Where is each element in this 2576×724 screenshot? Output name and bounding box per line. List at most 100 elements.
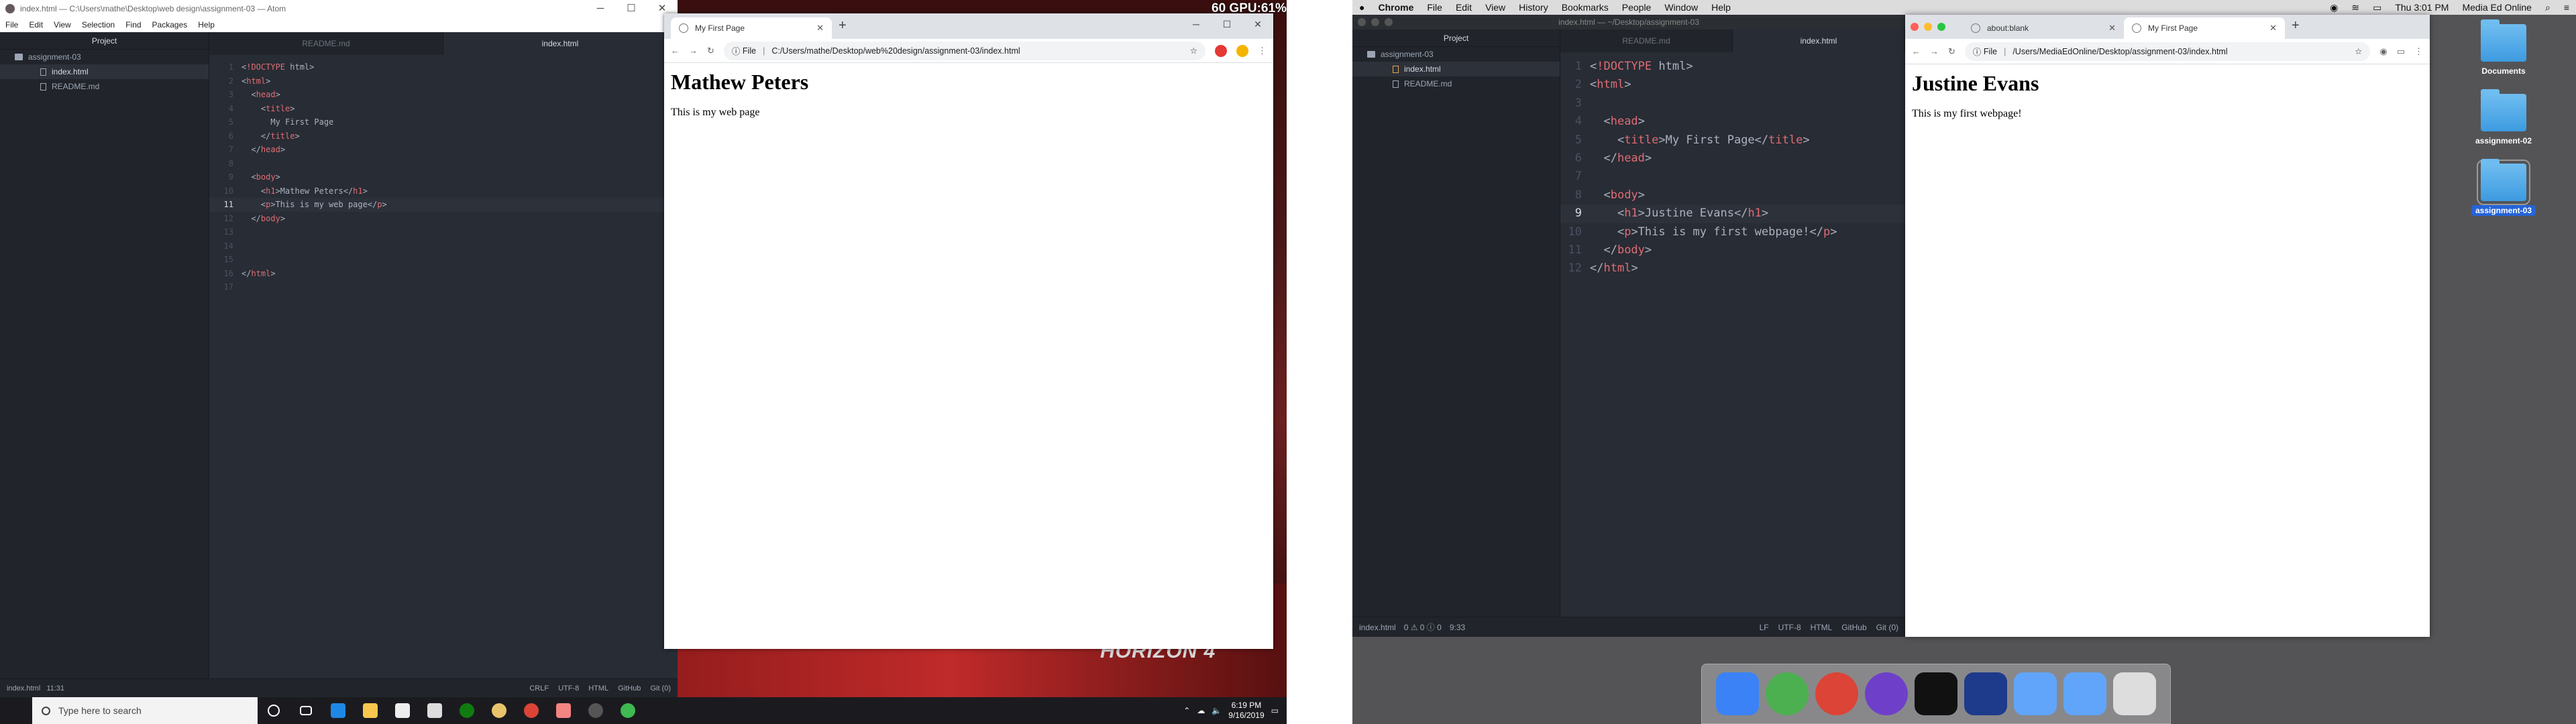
search-icon[interactable]: ⌕ xyxy=(2538,2,2557,13)
menu-window[interactable]: Window xyxy=(1658,2,1705,13)
code-line[interactable]: 5 <title>My First Page</title> xyxy=(1560,131,1905,149)
mail-icon[interactable] xyxy=(419,697,451,724)
applications-folder-icon[interactable] xyxy=(2014,672,2057,715)
code-line[interactable]: 2 <html> xyxy=(1560,76,1905,94)
quicktime-icon[interactable] xyxy=(1964,672,2007,715)
tree-title[interactable]: Project xyxy=(0,32,209,50)
tree-title[interactable]: Project xyxy=(1352,29,1560,47)
volume-icon[interactable]: 🔈 xyxy=(1212,706,1222,715)
tab-my-first-page[interactable]: My First Page ✕ xyxy=(671,17,832,39)
taskbar-search[interactable]: Type here to search xyxy=(32,697,258,724)
menu-selection[interactable]: Selection xyxy=(76,20,120,29)
network-icon[interactable]: ☁ xyxy=(1197,706,1205,715)
cortana-icon[interactable] xyxy=(258,697,290,724)
address-bar[interactable]: ⓘ File | /Users/MediaEdOnline/Desktop/as… xyxy=(1964,42,2371,61)
code-line[interactable]: 9 <body> xyxy=(209,170,678,184)
status-cursor[interactable]: 9:33 xyxy=(1450,623,1465,632)
status-github[interactable]: GitHub xyxy=(1841,623,1866,632)
code-line[interactable]: 8 xyxy=(209,157,678,171)
minimize-button[interactable]: ─ xyxy=(585,0,616,17)
tree-file-index[interactable]: index.html xyxy=(0,64,209,79)
wifi-icon[interactable]: ≋ xyxy=(2345,2,2366,13)
menu-file[interactable]: File xyxy=(1420,2,1449,13)
cast-icon[interactable]: ▭ xyxy=(2397,46,2405,57)
code-line[interactable]: 10 <p>This is my first webpage!</p> xyxy=(1560,223,1905,241)
paint-icon[interactable] xyxy=(547,697,580,724)
task-view-icon[interactable] xyxy=(290,697,322,724)
code-line[interactable]: 7 xyxy=(1560,168,1905,186)
code-area[interactable]: 1 <!DOCTYPE html> 2 <html> 3 <head> 4 <title>… xyxy=(209,55,678,294)
status-git[interactable]: Git (0) xyxy=(650,684,671,692)
close-tab-icon[interactable]: ✕ xyxy=(816,23,824,34)
menu-edit[interactable]: Edit xyxy=(1449,2,1479,13)
menubar-clock[interactable]: Thu 3:01 PM xyxy=(2388,2,2455,13)
menu-icon[interactable]: ⋮ xyxy=(1258,46,1267,56)
status-file[interactable]: index.html xyxy=(7,684,40,692)
chrome-dock-icon[interactable] xyxy=(1815,672,1858,715)
tab-readme[interactable]: README.md xyxy=(209,32,443,55)
apple-icon[interactable]: ● xyxy=(1352,2,1371,13)
status-cursor[interactable]: 11:31 xyxy=(46,684,64,692)
xbox-icon[interactable] xyxy=(451,697,483,724)
info-icon[interactable]: ⓘ xyxy=(1973,45,1982,58)
code-line[interactable]: 12 </body> xyxy=(209,212,678,226)
atom-dock-icon[interactable] xyxy=(1766,672,1809,715)
forward-icon[interactable]: → xyxy=(689,46,698,56)
menu-people[interactable]: People xyxy=(1615,2,1658,13)
edge-icon[interactable] xyxy=(322,697,354,724)
code-line[interactable]: 11 <p>This is my web page</p> xyxy=(209,198,678,212)
account-icon[interactable]: ◉ xyxy=(2379,46,2387,57)
close-tab-icon[interactable]: ✕ xyxy=(2108,23,2116,34)
tab-readme[interactable]: README.md xyxy=(1560,29,1733,52)
tree-file-readme[interactable]: README.md xyxy=(0,79,209,94)
code-line[interactable]: 15 xyxy=(209,253,678,267)
code-line[interactable]: 5 My First Page xyxy=(209,115,678,129)
trash-icon[interactable] xyxy=(2113,672,2156,715)
status-encoding[interactable]: UTF-8 xyxy=(558,684,579,692)
tree-file-index[interactable]: index.html xyxy=(1352,62,1560,76)
tab-index[interactable]: index.html xyxy=(1733,29,1905,52)
list-icon[interactable]: ≡ xyxy=(2557,2,2576,13)
tab-index[interactable]: index.html xyxy=(443,32,678,55)
status-diagnostics[interactable]: 0 ⚠ 0 ⓘ 0 xyxy=(1404,621,1442,633)
code-area[interactable]: 1 <!DOCTYPE html> 2 <html> 3 4 <head> 5 <title… xyxy=(1560,52,1905,278)
profile-avatar[interactable] xyxy=(1236,44,1248,57)
status-github[interactable]: GitHub xyxy=(618,684,641,692)
desktop-folder-assignment-02[interactable]: assignment-02 xyxy=(2443,89,2564,146)
star-icon[interactable]: ☆ xyxy=(1190,46,1197,56)
status-grammar[interactable]: HTML xyxy=(588,684,608,692)
code-line[interactable]: 3 <head> xyxy=(209,88,678,102)
file-explorer-icon[interactable] xyxy=(354,697,386,724)
tree-folder[interactable]: assignment-03 xyxy=(0,50,209,64)
chrome-icon[interactable] xyxy=(515,697,547,724)
code-line[interactable]: 2 <html> xyxy=(209,74,678,88)
reload-icon[interactable]: ↻ xyxy=(1948,46,1955,57)
code-line[interactable]: 10 <h1>Mathew Peters</h1> xyxy=(209,184,678,198)
code-line[interactable]: 4 <title> xyxy=(209,102,678,116)
minimize-button[interactable]: ─ xyxy=(1181,13,1212,35)
reload-icon[interactable]: ↻ xyxy=(707,46,714,56)
code-line[interactable]: 1 <!DOCTYPE html> xyxy=(1560,58,1905,76)
new-tab-button[interactable]: + xyxy=(2292,18,2300,34)
code-line[interactable]: 9 <h1>Justine Evans</h1> xyxy=(1560,204,1905,223)
atom-taskbar-icon[interactable] xyxy=(580,697,612,724)
tab-my-first-page[interactable]: My First Page ✕ xyxy=(2124,17,2285,39)
menu-view[interactable]: View xyxy=(48,20,76,29)
menu-help[interactable]: Help xyxy=(193,20,220,29)
menu-bookmarks[interactable]: Bookmarks xyxy=(1555,2,1615,13)
downloads-folder-icon[interactable] xyxy=(2063,672,2106,715)
info-icon[interactable]: ⓘ xyxy=(732,44,741,57)
tray-chevron-icon[interactable]: ⌃ xyxy=(1183,706,1190,715)
menu-app-chrome[interactable]: Chrome xyxy=(1371,2,1420,13)
green-app-icon[interactable] xyxy=(612,697,644,724)
maximize-button[interactable]: ☐ xyxy=(616,0,647,17)
battery-icon[interactable]: ▭ xyxy=(2366,2,2388,13)
terminal-icon[interactable] xyxy=(1915,672,1957,715)
tree-folder[interactable]: assignment-03 xyxy=(1352,47,1560,62)
status-git[interactable]: Git (0) xyxy=(1876,623,1898,632)
code-line[interactable]: 7 </head> xyxy=(209,143,678,157)
store-icon[interactable] xyxy=(386,697,419,724)
menu-packages[interactable]: Packages xyxy=(147,20,193,29)
code-line[interactable]: 6 </head> xyxy=(1560,149,1905,168)
status-grammar[interactable]: HTML xyxy=(1811,623,1833,632)
